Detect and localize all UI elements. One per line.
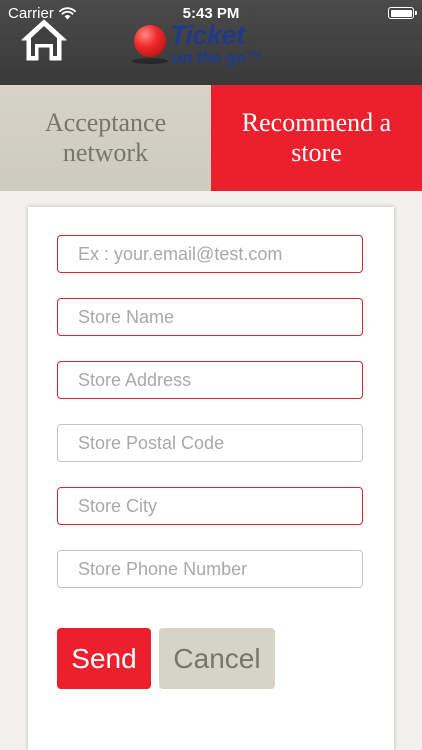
- email-input[interactable]: [57, 235, 363, 273]
- store-city-input[interactable]: [57, 487, 363, 525]
- cancel-button[interactable]: Cancel: [159, 628, 275, 689]
- logo-text-line2: on the go™: [172, 48, 263, 67]
- home-icon[interactable]: [20, 18, 68, 62]
- tab-bar: Acceptance network Recommend a store: [0, 85, 422, 191]
- store-postal-code-input[interactable]: [57, 424, 363, 462]
- logo-ball-shadow: [132, 58, 168, 64]
- store-name-input[interactable]: [57, 298, 363, 336]
- recommend-store-form: Send Cancel: [28, 207, 394, 750]
- logo-text-line1: Ticket: [170, 20, 245, 50]
- battery-level-fill: [390, 9, 412, 17]
- tab-acceptance-network[interactable]: Acceptance network: [0, 85, 211, 191]
- ticket-on-the-go-logo: Ticket on the go™: [132, 20, 297, 70]
- send-button[interactable]: Send: [57, 628, 151, 689]
- logo-ball-icon: [134, 25, 166, 57]
- tab-recommend-a-store[interactable]: Recommend a store: [211, 85, 422, 191]
- store-address-input[interactable]: [57, 361, 363, 399]
- store-phone-number-input[interactable]: [57, 550, 363, 588]
- battery-icon: [388, 7, 417, 19]
- app-header: Carrier 5:43 PM Ticket on the go™: [0, 0, 422, 85]
